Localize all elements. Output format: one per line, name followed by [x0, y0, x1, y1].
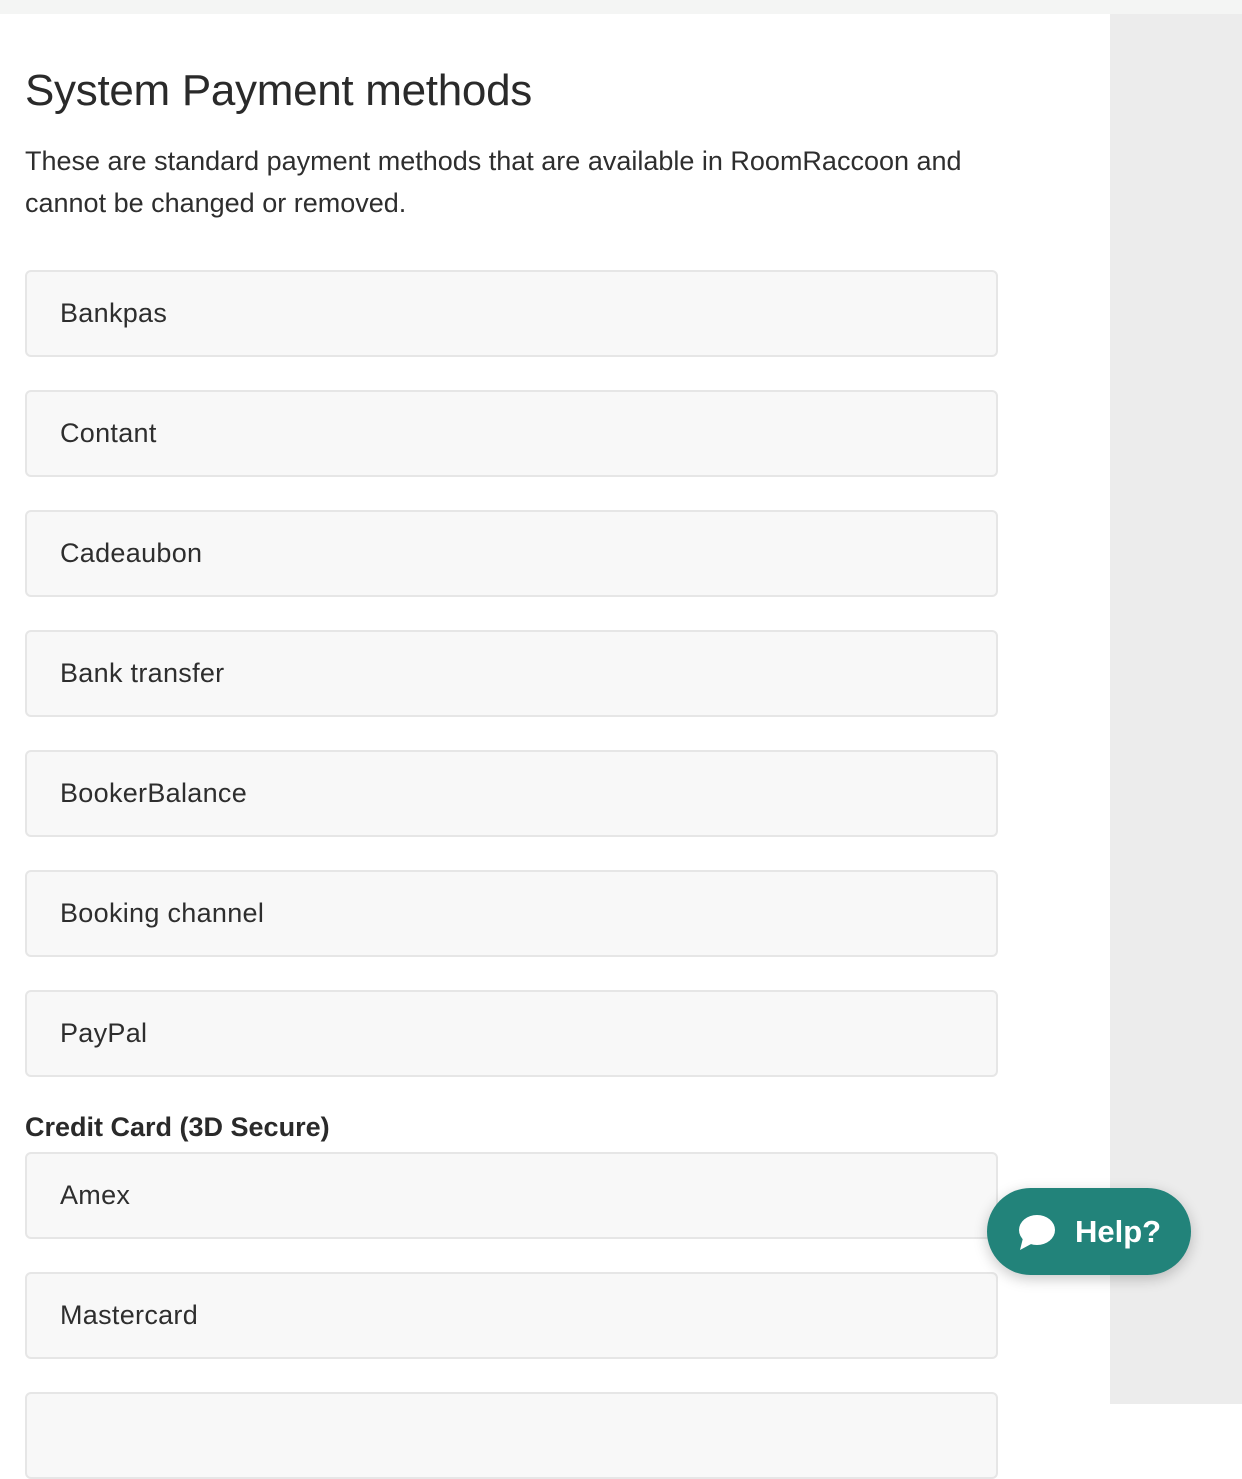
payment-method-row-contant[interactable]: Contant — [25, 390, 998, 477]
payment-method-label: BookerBalance — [60, 778, 248, 808]
payment-method-row-partial[interactable] — [25, 1392, 998, 1479]
payment-method-label: Bank transfer — [60, 658, 225, 688]
payment-method-row-booking-channel[interactable]: Booking channel — [25, 870, 998, 957]
payment-method-row-bookerbalance[interactable]: BookerBalance — [25, 750, 998, 837]
payment-method-label: Bankpas — [60, 298, 168, 328]
payment-method-label: Cadeaubon — [60, 538, 203, 568]
help-button[interactable]: Help? — [987, 1188, 1191, 1275]
payment-method-row-cadeaubon[interactable]: Cadeaubon — [25, 510, 998, 597]
payment-method-label: Amex — [60, 1180, 131, 1210]
payment-method-row-bankpas[interactable]: Bankpas — [25, 270, 998, 357]
payment-method-label: PayPal — [60, 1018, 148, 1048]
page-title: System Payment methods — [25, 66, 532, 115]
help-button-label: Help? — [1075, 1214, 1162, 1249]
credit-card-section-heading: Credit Card (3D Secure) — [25, 1112, 330, 1142]
payment-method-row-mastercard[interactable]: Mastercard — [25, 1272, 998, 1359]
payment-method-label: Contant — [60, 418, 157, 448]
payment-method-row-bank-transfer[interactable]: Bank transfer — [25, 630, 998, 717]
chat-bubble-icon — [1019, 1215, 1055, 1250]
page-description: These are standard payment methods that … — [25, 146, 962, 218]
payment-method-row-paypal[interactable]: PayPal — [25, 990, 998, 1077]
top-bar — [0, 0, 1242, 14]
payment-method-label: Booking channel — [60, 898, 265, 928]
payment-method-row-amex[interactable]: Amex — [25, 1152, 998, 1239]
payment-method-label: Mastercard — [60, 1300, 199, 1330]
